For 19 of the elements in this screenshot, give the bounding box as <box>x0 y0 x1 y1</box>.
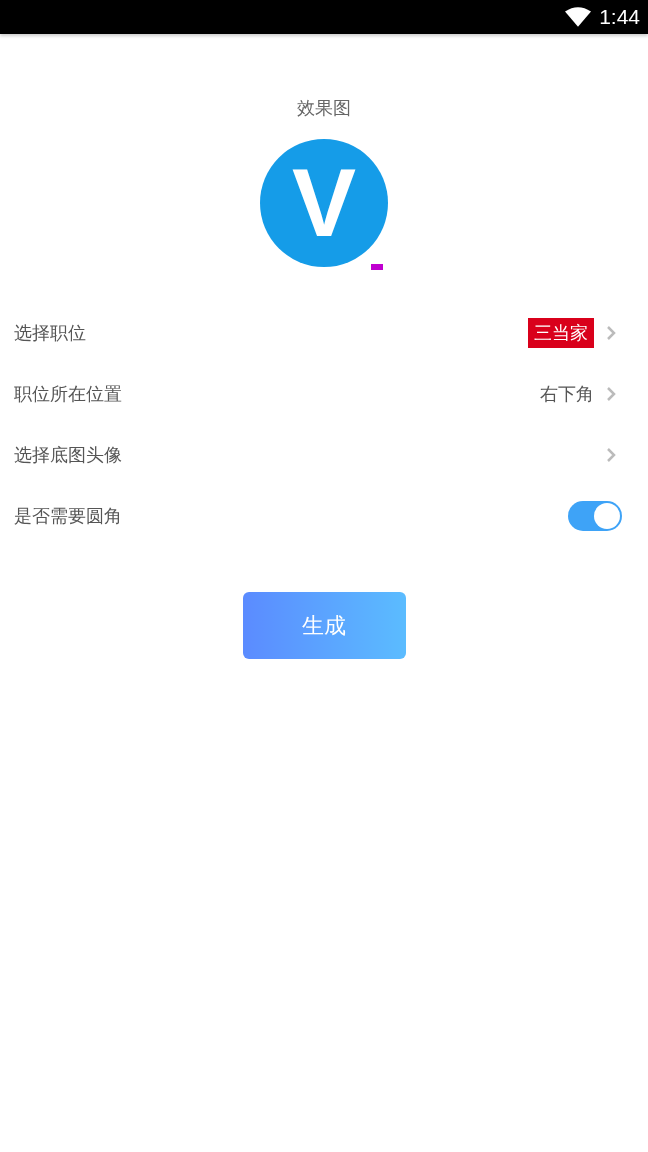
row-label: 职位所在位置 <box>14 381 123 406</box>
status-time: 1:44 <box>599 5 640 29</box>
settings-row[interactable]: 职位所在位置 右下角 <box>0 363 648 424</box>
logo-circle: V <box>260 139 388 267</box>
chevron-right-icon <box>606 385 616 402</box>
chevron-right-icon <box>606 446 616 463</box>
settings-row[interactable]: 选择底图头像 <box>0 424 648 485</box>
settings-row[interactable]: 是否需要圆角 <box>0 485 648 546</box>
position-tag: 三当家 <box>528 317 594 348</box>
row-value: 右下角 <box>540 381 594 406</box>
chevron-right-icon <box>606 324 616 341</box>
row-label: 选择底图头像 <box>14 442 123 467</box>
row-label: 选择职位 <box>14 320 87 345</box>
toggle-switch[interactable] <box>568 500 622 531</box>
preview-title: 效果图 <box>297 96 351 120</box>
position-tag-icon <box>371 264 383 270</box>
settings-row[interactable]: 选择职位 三当家 <box>0 302 648 363</box>
wifi-icon <box>565 7 592 27</box>
row-label: 是否需要圆角 <box>14 503 123 528</box>
